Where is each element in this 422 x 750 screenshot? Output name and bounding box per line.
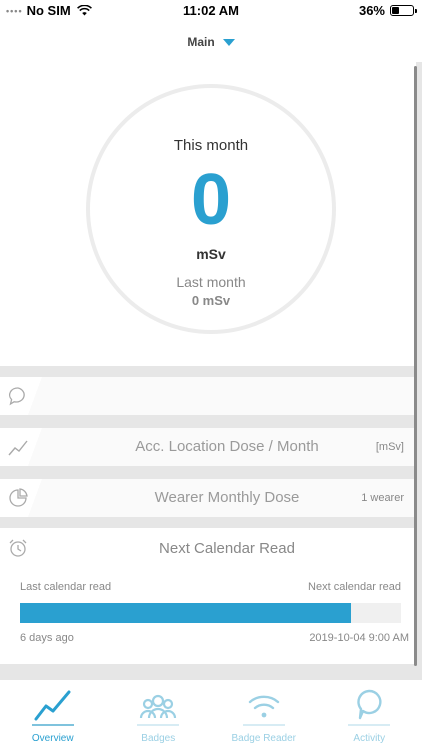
- tab-badges[interactable]: Badges: [106, 680, 212, 750]
- battery-icon: [390, 5, 417, 16]
- calendar-title: Next Calendar Read: [159, 540, 295, 557]
- status-bar: •••• No SIM 11:02 AM 36%: [0, 0, 422, 22]
- location-dose-title: Acc. Location Dose / Month: [135, 438, 319, 455]
- tab-activity-label: Activity: [353, 733, 386, 744]
- wearer-dose-card[interactable]: Wearer Monthly Dose 1 wearer: [0, 479, 414, 517]
- activity-bubble-icon: [357, 689, 382, 720]
- tab-badges-label: Badges: [141, 733, 176, 744]
- next-read-label: Next calendar read: [308, 581, 401, 593]
- wearer-dose-title: Wearer Monthly Dose: [154, 489, 300, 506]
- reader-signal-icon: [248, 695, 279, 718]
- location-selector[interactable]: Main: [0, 22, 422, 62]
- dose-unit: mSv: [196, 246, 226, 262]
- read-progress-bar: [20, 603, 401, 623]
- this-month-label: This month: [173, 137, 249, 154]
- last-read-value: 6 days ago: [20, 632, 74, 644]
- battery-percent: 36%: [358, 3, 385, 18]
- last-month-label: Last month: [176, 274, 246, 290]
- tab-overview[interactable]: Overview: [0, 680, 106, 750]
- alarm-clock-icon: [9, 539, 27, 557]
- tab-activity[interactable]: Activity: [317, 680, 422, 750]
- calendar-labels: Last calendar read Next calendar read: [20, 581, 401, 593]
- last-month-value: 0 mSv: [191, 293, 231, 308]
- location-dose-card[interactable]: Acc. Location Dose / Month [mSv]: [0, 428, 414, 466]
- location-dose-unit: [mSv]: [375, 441, 404, 453]
- tab-badge-reader-label: Badge Reader: [231, 733, 297, 744]
- tab-badge-reader[interactable]: Badge Reader: [211, 680, 317, 750]
- next-read-value: 2019-10-04 9:00 AM: [309, 632, 409, 644]
- pie-chart-icon: [9, 488, 28, 507]
- badges-people-icon: [140, 694, 177, 719]
- activity-card[interactable]: [0, 377, 414, 415]
- last-read-label: Last calendar read: [20, 581, 112, 593]
- tab-bar: Overview Badges Badge Reader Activity: [0, 680, 422, 750]
- caret-down-icon: [222, 39, 235, 46]
- scrollbar[interactable]: [414, 66, 417, 666]
- location-title: Main: [187, 35, 215, 49]
- read-progress-fill: [20, 603, 352, 623]
- tab-overview-label: Overview: [31, 733, 74, 744]
- speech-bubble-icon: [9, 387, 25, 406]
- this-month-value: 0: [190, 160, 232, 240]
- line-chart-icon: [8, 440, 28, 456]
- calendar-values: 6 days ago 2019-10-04 9:00 AM: [20, 632, 409, 644]
- status-right: 36%: [358, 3, 417, 18]
- wearer-count: 1 wearer: [361, 492, 404, 504]
- overview-chart-icon: [34, 690, 71, 721]
